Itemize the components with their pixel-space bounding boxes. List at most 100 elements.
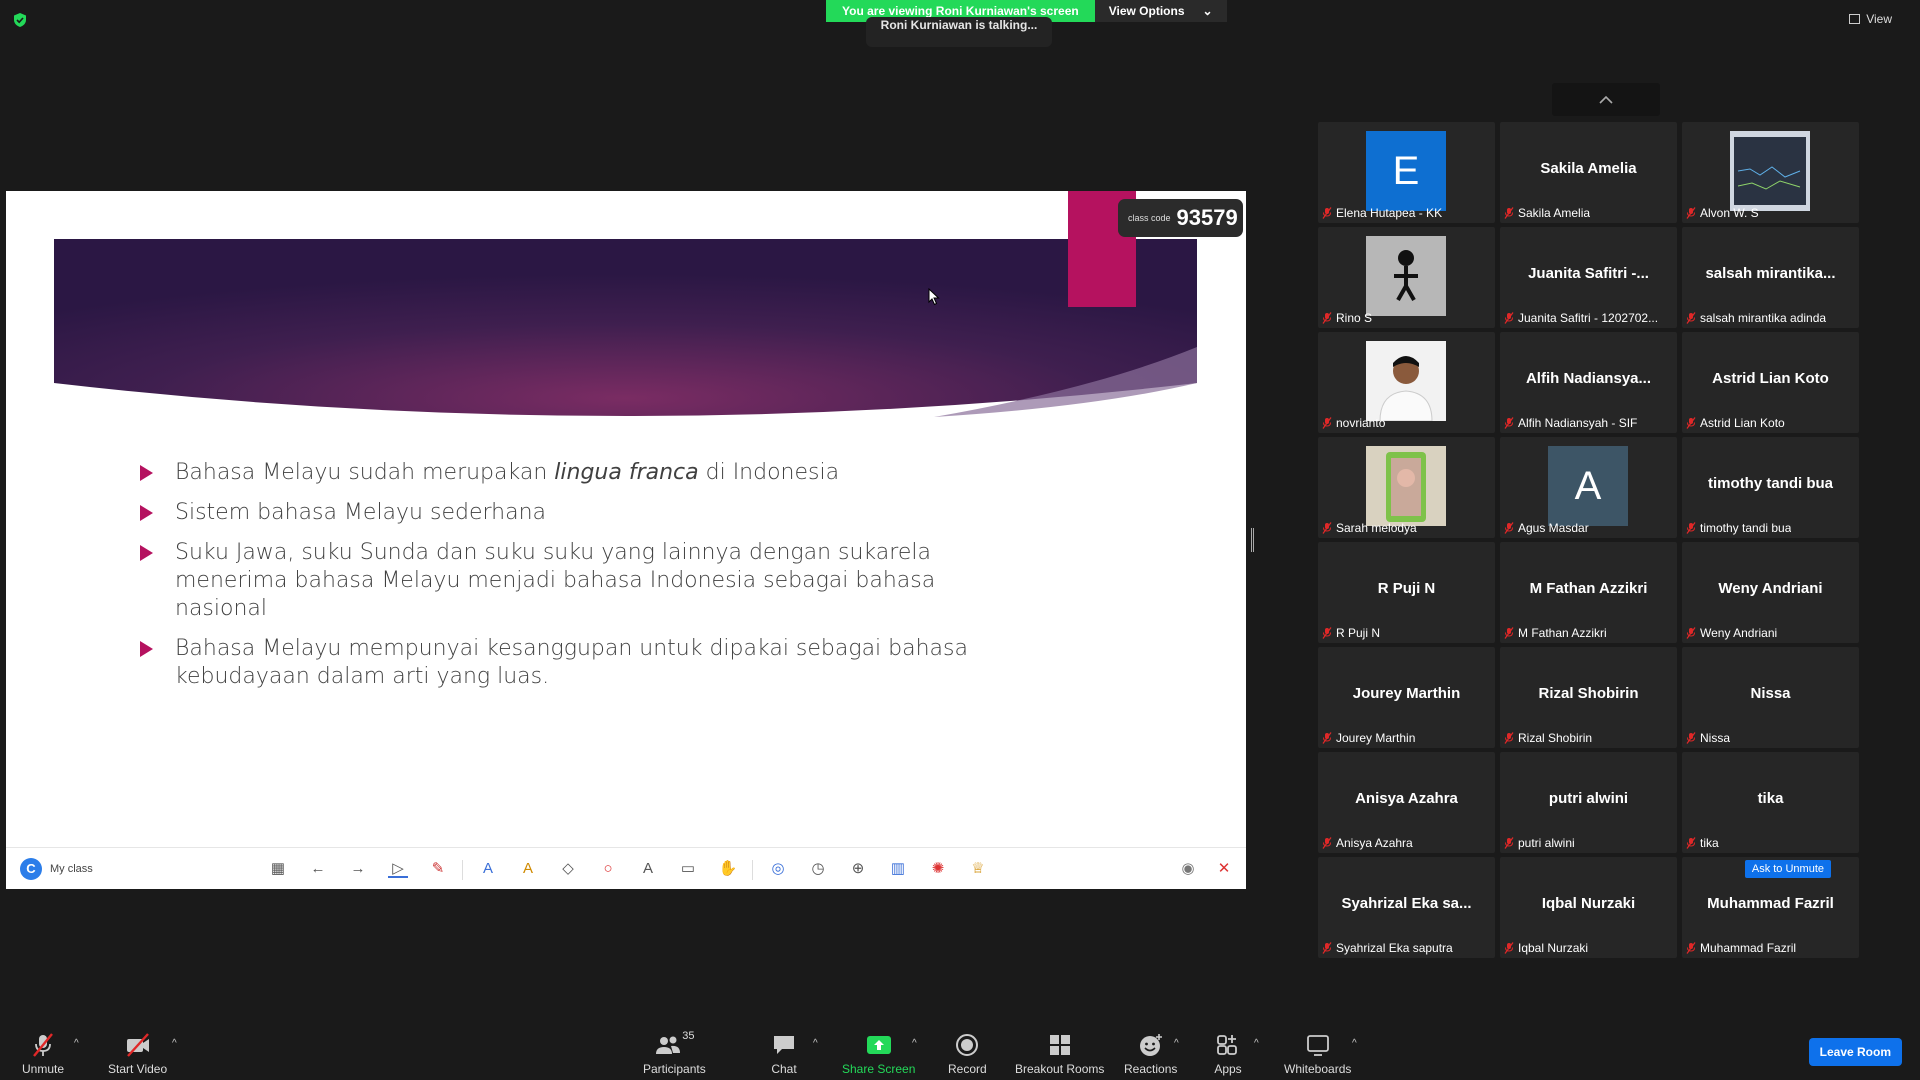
participant-name-label: novrianto <box>1322 416 1385 430</box>
participant-name: Weny Andriani <box>1700 626 1778 640</box>
participant-tile[interactable]: Iqbal Nurzaki Iqbal Nurzaki <box>1500 857 1677 958</box>
participant-tile[interactable]: Sarah melodya <box>1318 437 1495 538</box>
participant-tile[interactable]: timothy tandi bua timothy tandi bua <box>1682 437 1859 538</box>
leave-room-button[interactable]: Leave Room <box>1808 1038 1902 1066</box>
whiteboards-button[interactable]: Whiteboards <box>1284 1032 1351 1076</box>
record-icon <box>956 1034 979 1056</box>
view-options-button[interactable]: View Options ⌄ <box>1094 0 1227 22</box>
whiteboard-icon <box>1306 1035 1329 1056</box>
participant-tile[interactable]: novrianto <box>1318 332 1495 433</box>
reactions-button[interactable]: Reactions <box>1124 1032 1177 1076</box>
video-options-caret-icon[interactable]: ^ <box>172 1038 177 1049</box>
participant-tile[interactable]: R Puji N R Puji N <box>1318 542 1495 643</box>
arrow-right-icon[interactable]: → <box>348 860 368 878</box>
apps-options-caret-icon[interactable]: ^ <box>1254 1038 1259 1049</box>
start-video-button[interactable]: Start Video <box>108 1032 167 1076</box>
chart-icon[interactable]: ▥ <box>888 860 908 878</box>
unmute-button[interactable]: Unmute <box>22 1032 64 1076</box>
participant-tile[interactable]: A Agus Masdar <box>1500 437 1677 538</box>
grid-icon[interactable]: ▦ <box>268 860 288 878</box>
participant-tile[interactable]: Anisya Azahra Anisya Azahra <box>1318 752 1495 853</box>
pointer-icon[interactable]: ▷ <box>388 860 408 878</box>
panel-resize-handle[interactable] <box>1251 528 1254 552</box>
chat-options-caret-icon[interactable]: ^ <box>813 1038 818 1049</box>
participant-display-name: Sakila Amelia <box>1540 160 1637 177</box>
participant-tile[interactable]: Muhammad Fazril Ask to Unmute Muhammad Faz… <box>1682 857 1859 958</box>
participant-tile[interactable]: putri alwini putri alwini <box>1500 752 1677 853</box>
wheel-icon[interactable]: ✺ <box>928 860 948 878</box>
participant-name-label: Agus Masdar <box>1504 521 1589 535</box>
participant-display-name: M Fathan Azzikri <box>1529 580 1648 597</box>
participant-tile[interactable]: Sakila Amelia Sakila Amelia <box>1500 122 1677 223</box>
bullet-text: Bahasa Melayu sudah merupakan lingua fra… <box>175 459 839 487</box>
participant-tile[interactable]: Alfih Nadiansya... Alfih Nadiansyah - SIF <box>1500 332 1677 433</box>
participant-name-label: Rino S <box>1322 311 1372 325</box>
screen-icon[interactable]: ▭ <box>678 860 698 878</box>
participant-display-name: R Puji N <box>1377 580 1436 597</box>
participant-tile[interactable]: Weny Andriani Weny Andriani <box>1682 542 1859 643</box>
participant-tile[interactable]: Astrid Lian Koto Astrid Lian Koto <box>1682 332 1859 433</box>
apps-button[interactable]: Apps <box>1214 1032 1242 1076</box>
text-icon[interactable]: A <box>638 860 658 878</box>
pen-icon[interactable]: A <box>478 860 498 878</box>
record-button[interactable]: Record <box>948 1032 987 1076</box>
laser-icon[interactable]: ✎ <box>428 860 448 878</box>
chat-button[interactable]: Chat <box>770 1032 798 1076</box>
whiteboard-toolbar: C My class ▦ ← → ▷ ✎ A A ◇ ○ A ▭ ✋ ◎ ◷ ⊕… <box>6 847 1246 889</box>
hand-icon[interactable]: ✋ <box>718 860 738 878</box>
ai-icon[interactable]: ◎ <box>768 860 788 878</box>
participant-name: Agus Masdar <box>1518 521 1589 535</box>
muted-mic-icon <box>1686 942 1696 954</box>
eraser-icon[interactable]: ◇ <box>558 860 578 878</box>
participant-tile[interactable]: Rino S <box>1318 227 1495 328</box>
audio-options-caret-icon[interactable]: ^ <box>74 1038 79 1049</box>
security-shield-icon[interactable] <box>12 12 28 28</box>
timer-icon[interactable]: ◷ <box>808 860 828 878</box>
chevron-up-icon <box>1599 95 1613 104</box>
muted-mic-icon <box>1504 312 1514 324</box>
participant-name: Sakila Amelia <box>1518 206 1591 220</box>
view-options-label: View Options <box>1108 4 1185 18</box>
highlighter-icon[interactable]: A <box>518 860 538 878</box>
shapes-icon[interactable]: ○ <box>598 860 618 878</box>
arrow-left-icon[interactable]: ← <box>308 860 328 878</box>
participant-tile[interactable]: Juanita Safitri -... Juanita Safitri - 12… <box>1500 227 1677 328</box>
class-code-value: 93579 <box>1176 205 1238 230</box>
browser-icon[interactable]: ⊕ <box>848 860 868 878</box>
participant-tile[interactable]: Rizal Shobirin Rizal Shobirin <box>1500 647 1677 748</box>
ask-to-unmute-button[interactable]: Ask to Unmute <box>1744 860 1831 878</box>
mouse-cursor-icon <box>928 288 940 306</box>
participant-tile[interactable]: Nissa Nissa <box>1682 647 1859 748</box>
breakout-rooms-button[interactable]: Breakout Rooms <box>1015 1032 1104 1076</box>
bullet-text-part: Bahasa Melayu sudah merupakan <box>175 460 555 485</box>
share-options-caret-icon[interactable]: ^ <box>912 1038 917 1049</box>
slide-bullet: Suku Jawa, suku Sunda dan suku suku yang… <box>132 539 1032 623</box>
participants-icon <box>656 1036 681 1054</box>
participant-tile[interactable]: Jourey Marthin Jourey Marthin <box>1318 647 1495 748</box>
trophy-icon[interactable]: ♕ <box>968 860 988 878</box>
myclass-brand[interactable]: C My class <box>20 857 93 880</box>
start-video-label: Start Video <box>108 1062 168 1076</box>
share-screen-button[interactable]: Share Screen <box>842 1032 915 1076</box>
participant-tile[interactable]: tika tika <box>1682 752 1859 853</box>
participant-tile[interactable]: M Fathan Azzikri M Fathan Azzikri <box>1500 542 1677 643</box>
participant-tile[interactable]: Syahrizal Eka sa... Syahrizal Eka saputra <box>1318 857 1495 958</box>
participant-tile[interactable]: salsah mirantika... salsah mirantika adin… <box>1682 227 1859 328</box>
camera-off-icon <box>126 1033 149 1057</box>
close-icon[interactable]: ✕ <box>1214 860 1234 878</box>
whiteboards-options-caret-icon[interactable]: ^ <box>1352 1038 1357 1049</box>
gallery-scroll-up-button[interactable] <box>1552 83 1660 116</box>
participant-tile[interactable]: E Elena Hutapea - KK <box>1318 122 1495 223</box>
participant-tile[interactable]: Alvon W. S <box>1682 122 1859 223</box>
avatar <box>1366 236 1446 316</box>
reactions-options-caret-icon[interactable]: ^ <box>1174 1038 1179 1049</box>
participant-name-label: Sakila Amelia <box>1504 206 1590 220</box>
participant-display-name: putri alwini <box>1548 790 1629 807</box>
view-button[interactable]: View <box>1849 12 1892 26</box>
hide-icon[interactable]: ◉ <box>1178 860 1198 878</box>
participants-button[interactable]: 35 Participants <box>643 1030 706 1076</box>
avatar <box>1366 341 1446 421</box>
participant-name-label: Juanita Safitri - 1202702... <box>1504 311 1658 325</box>
muted-mic-icon <box>1686 522 1696 534</box>
participant-name-label: Weny Andriani <box>1686 626 1777 640</box>
